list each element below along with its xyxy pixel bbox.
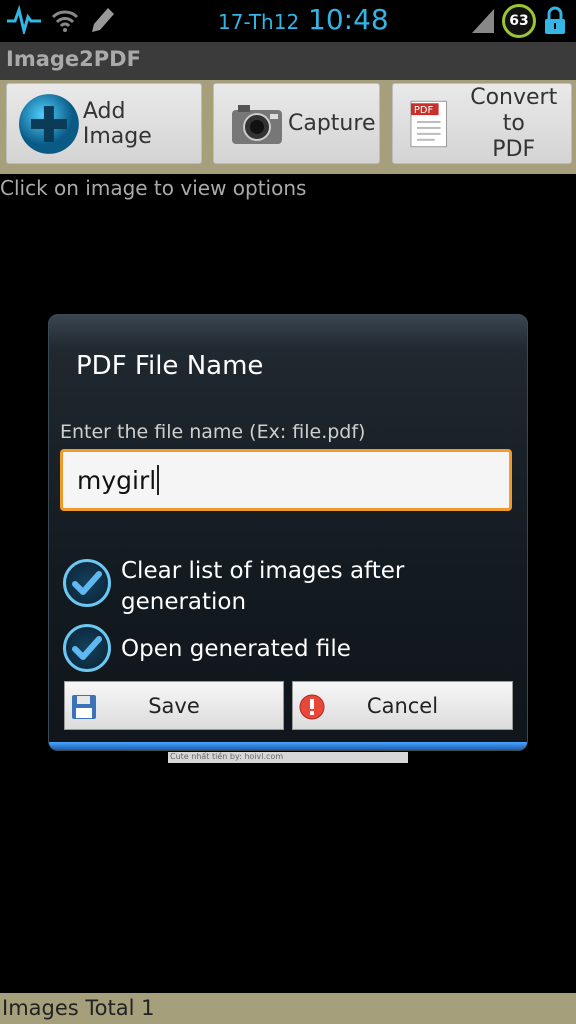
alert-icon xyxy=(299,694,325,720)
thumbnail-caption: Cute nhất tiền by: hoivl.com xyxy=(170,752,284,761)
footer-bar: Images Total 1 xyxy=(0,993,576,1024)
wifi-icon xyxy=(51,10,79,32)
hint-text: Click on image to view options xyxy=(0,176,307,200)
capture-label: Capture xyxy=(288,111,376,136)
camera-icon xyxy=(232,104,282,144)
signal-icon xyxy=(472,9,494,33)
dialog-title: PDF File Name xyxy=(76,351,264,381)
filename-input[interactable]: mygirl xyxy=(60,449,512,511)
add-icon xyxy=(18,93,79,154)
checkmark-icon xyxy=(72,571,102,595)
pulse-icon xyxy=(7,4,41,34)
pencil-icon xyxy=(92,8,114,32)
convert-label-line2: PDF xyxy=(492,136,536,162)
add-image-button[interactable]: Add Image xyxy=(6,83,202,164)
app-title: Image2PDF xyxy=(6,47,141,71)
lock-icon xyxy=(545,6,565,34)
save-label: Save xyxy=(148,693,200,718)
checkmark-icon xyxy=(72,636,102,660)
pdf-filename-dialog: PDF File Name Enter the file name (Ex: f… xyxy=(48,314,528,751)
clear-list-label[interactable]: Clear list of images after generation xyxy=(121,556,421,618)
toolbar: Add Image Capture PDF Convert to PDF xyxy=(0,80,576,174)
cancel-label: Cancel xyxy=(366,693,439,718)
svg-text:PDF: PDF xyxy=(414,105,434,116)
app-title-bar: Image2PDF xyxy=(0,42,576,80)
add-image-label: Add Image xyxy=(82,98,152,149)
capture-button[interactable]: Capture xyxy=(213,83,380,164)
floppy-disk-icon xyxy=(72,695,96,719)
images-total: Images Total 1 xyxy=(2,996,155,1020)
status-left-icons xyxy=(6,4,118,34)
status-right-icons: 63 xyxy=(470,4,568,38)
open-file-checkbox[interactable] xyxy=(63,624,111,672)
battery-icon: 63 xyxy=(502,4,536,38)
cancel-button[interactable]: Cancel xyxy=(292,681,513,730)
filename-input-value: mygirl xyxy=(77,465,157,495)
filename-label: Enter the file name (Ex: file.pdf) xyxy=(60,421,366,443)
save-button[interactable]: Save xyxy=(64,681,284,730)
text-caret xyxy=(157,465,160,495)
clear-list-checkbox[interactable] xyxy=(63,559,111,607)
convert-to-pdf-button[interactable]: PDF Convert to PDF xyxy=(392,83,572,164)
convert-label-line1: Convert to xyxy=(470,84,558,136)
open-file-label[interactable]: Open generated file xyxy=(121,634,351,665)
dialog-accent-bar xyxy=(49,742,527,750)
status-bar: 17-Th12 10:48 63 xyxy=(0,0,576,42)
status-time: 10:48 xyxy=(308,3,389,36)
status-date: 17-Th12 xyxy=(218,10,300,34)
pdf-icon: PDF xyxy=(410,100,447,147)
